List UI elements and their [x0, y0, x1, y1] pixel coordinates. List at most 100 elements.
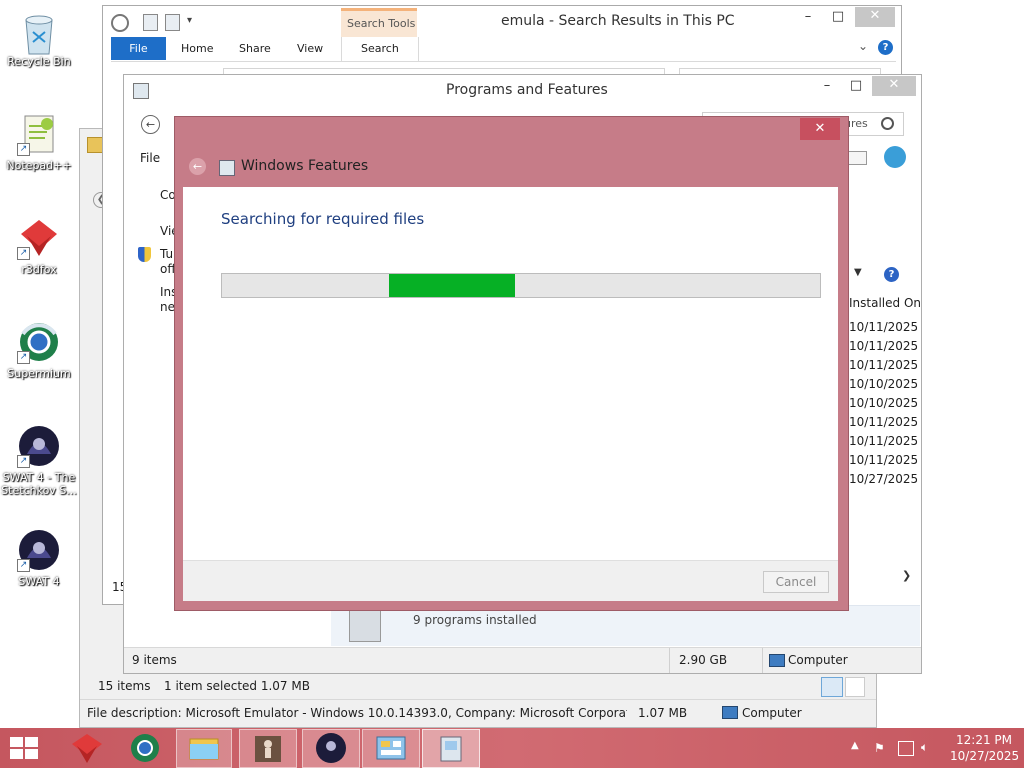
desktop-icon-label: Notepad++ — [6, 159, 72, 172]
close-button[interactable]: ✕ — [800, 118, 840, 140]
taskbar-app-file-explorer[interactable] — [176, 729, 232, 768]
status-bar: 9 items 2.90 GB Computer — [124, 647, 921, 673]
list-help-icon[interactable]: ? — [884, 267, 899, 282]
installed-date-cell: 10/10/2025 — [849, 377, 919, 391]
status-item-count: 9 items — [132, 653, 177, 667]
menu-file[interactable]: File — [140, 151, 160, 165]
action-center-flag-icon[interactable]: ⚑ — [874, 741, 887, 755]
r3dfox-icon — [72, 734, 102, 763]
status-location: Computer — [788, 653, 848, 667]
desktop-icon-label: SWAT 4 — [18, 575, 60, 588]
installed-date-cell: 10/11/2025 — [849, 320, 919, 334]
programs-box-icon — [349, 610, 381, 642]
maximize-button[interactable]: □ — [843, 77, 869, 97]
ribbon-tabs: File Home Share View Search ⌄ ? — [111, 37, 896, 62]
clock-date[interactable]: 10/27/2025 — [950, 749, 1019, 763]
details-panel: 9 programs installed — [331, 605, 920, 646]
search-icon[interactable] — [881, 117, 894, 130]
details-view-button[interactable] — [821, 677, 843, 697]
horizontal-scroll-right-icon[interactable]: ❯ — [902, 569, 911, 582]
desktop-icon-supermium[interactable]: ↗ Supermium — [0, 320, 78, 380]
desktop-icon-recycle-bin[interactable]: Recycle Bin — [0, 8, 78, 68]
installed-date-cell: 10/27/2025 — [849, 472, 919, 486]
taskbar-app-windows-features[interactable] — [422, 729, 480, 768]
computer-icon — [722, 706, 738, 719]
tab-home[interactable]: Home — [181, 42, 213, 55]
progress-segment — [389, 274, 515, 297]
maximize-button[interactable]: □ — [825, 8, 851, 28]
desktop-icon-r3dfox[interactable]: ↗ r3dfox — [0, 216, 78, 276]
windows-features-icon — [440, 736, 462, 762]
help-icon[interactable]: ? — [878, 40, 893, 55]
progress-bar — [221, 273, 821, 298]
organize-dropdown-icon[interactable]: ▼ — [854, 267, 862, 278]
tab-view[interactable]: View — [297, 42, 323, 55]
window-title: Programs and Features — [446, 82, 608, 98]
quick-access-folder-icon[interactable] — [165, 14, 180, 31]
windows-features-icon — [219, 160, 235, 176]
search-folder-icon — [111, 14, 129, 32]
swat4-icon — [316, 733, 346, 763]
folder-icon — [87, 137, 103, 153]
taskbar-app-supermium[interactable] — [117, 730, 173, 766]
tab-file[interactable]: File — [111, 37, 166, 60]
status-divider — [762, 648, 763, 673]
close-button[interactable]: ✕ — [855, 7, 895, 27]
supermium-icon — [131, 734, 159, 762]
close-button[interactable]: ✕ — [872, 76, 916, 96]
desktop-icon-label: Supermium — [7, 367, 71, 380]
taskbar-app-r3dfox[interactable] — [56, 730, 118, 766]
taskbar-app-swat4[interactable] — [302, 729, 360, 768]
tab-search[interactable]: Search — [361, 42, 399, 55]
details-location: Computer — [742, 706, 802, 720]
control-panel-icon — [376, 736, 406, 760]
desktop-icon-swat4-expansion[interactable]: ↗ SWAT 4 - The Stetchkov S... — [0, 424, 78, 497]
details-bar: File description: Microsoft Emulator - W… — [80, 699, 876, 727]
r3dfox-icon: ↗ — [17, 216, 61, 260]
installed-date-cell: 10/11/2025 — [849, 358, 919, 372]
contextual-tab-label: Search Tools — [347, 17, 416, 30]
details-size: 1.07 MB — [638, 706, 688, 720]
recycle-bin-icon — [17, 8, 61, 55]
notepad-plus-plus-icon: ↗ — [17, 112, 61, 156]
desktop-icon-swat4[interactable]: ↗ SWAT 4 — [0, 528, 78, 588]
quick-access-properties-icon[interactable] — [143, 14, 158, 31]
minimize-button[interactable]: – — [814, 77, 840, 97]
shortcut-arrow-icon: ↗ — [17, 559, 30, 572]
show-hidden-icons-icon[interactable]: ▲ — [851, 740, 859, 751]
start-button[interactable] — [10, 737, 38, 759]
desktop-icon-notepad-plus-plus[interactable]: ↗ Notepad++ — [0, 112, 78, 172]
installed-date-cell: 10/10/2025 — [849, 396, 919, 410]
back-button[interactable]: ← — [141, 115, 160, 134]
minimize-button[interactable]: – — [795, 8, 821, 28]
help-globe-icon[interactable] — [884, 146, 906, 168]
shortcut-arrow-icon: ↗ — [17, 351, 30, 364]
large-icons-view-button[interactable] — [845, 677, 865, 697]
volume-icon[interactable]: 🔈︎ — [921, 740, 928, 755]
ribbon-collapse-chevron-icon[interactable]: ⌄ — [858, 39, 868, 53]
shortcut-arrow-icon: ↗ — [17, 143, 30, 156]
taskbar-app-unknown[interactable] — [239, 729, 297, 768]
computer-icon — [769, 654, 785, 667]
network-icon[interactable] — [898, 741, 914, 756]
cancel-button[interactable]: Cancel — [763, 571, 829, 593]
status-item-count: 15 items — [98, 679, 151, 693]
installed-date-cell: 10/11/2025 — [849, 434, 919, 448]
desktop-icon-label: SWAT 4 - The Stetchkov S... — [1, 471, 77, 497]
column-header-installed-on[interactable]: Installed On — [849, 296, 921, 310]
quick-access-dropdown-icon[interactable]: ▾ — [187, 15, 192, 26]
taskbar-app-control-panel[interactable] — [362, 729, 420, 768]
control-panel-icon — [133, 83, 149, 99]
windows-logo-icon — [10, 737, 38, 759]
window-title: emula - Search Results in This PC — [501, 13, 735, 29]
status-selection: 1 item selected 1.07 MB — [164, 679, 310, 693]
desktop-icon-label: r3dfox — [21, 263, 57, 276]
back-arrow-icon[interactable]: ← — [189, 158, 206, 175]
taskbar: ▲ ⚑ 🔈︎ 12:21 PM 10/27/2025 — [0, 728, 1024, 768]
tab-share[interactable]: Share — [239, 42, 271, 55]
installed-date-cell: 10/11/2025 — [849, 453, 919, 467]
swat4-expansion-icon: ↗ — [17, 424, 61, 468]
clock-time[interactable]: 12:21 PM — [956, 733, 1012, 747]
shortcut-arrow-icon: ↗ — [17, 247, 30, 260]
title-bar: Programs and Features – □ ✕ — [124, 75, 921, 105]
